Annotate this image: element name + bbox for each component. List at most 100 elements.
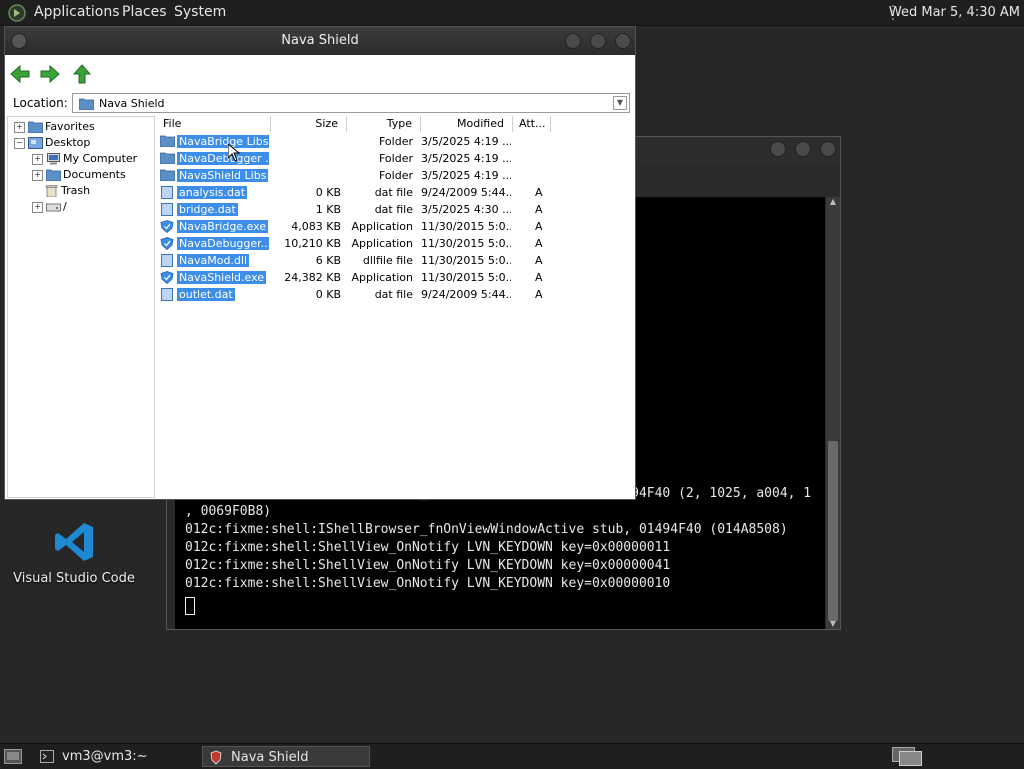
taskbar-item-terminal[interactable]: vm3@vm3:~ [34, 746, 198, 767]
file-attributes: A [535, 237, 543, 250]
chevron-down-icon[interactable]: ▼ [613, 96, 627, 110]
tree-expander[interactable]: + [32, 153, 43, 165]
file-explorer-window[interactable]: Nava Shield Location: Nava Shield ▼ + Fav… [4, 26, 636, 500]
terminal-scrollbar[interactable]: ▲ ▼ [826, 197, 840, 629]
terminal-line: 012c:fixme:shell:ShellView_OnNotify LVN_… [185, 558, 671, 573]
show-desktop-icon[interactable] [4, 749, 22, 764]
file-row[interactable]: analysis.dat 0 KB dat file 9/24/2009 5:44..… [157, 184, 635, 201]
file-row[interactable]: NavaDebugger.... 10,210 KB Application 11/3… [157, 235, 635, 252]
tree-item-desktop[interactable]: − Desktop [14, 135, 90, 151]
scroll-up-icon[interactable]: ▲ [826, 197, 840, 207]
file-type: Folder [379, 169, 413, 182]
taskbar-nava-shield-label: Nava Shield [231, 750, 309, 765]
file-row[interactable]: NavaShield Libs Folder 3/5/2025 4:19 ... [157, 167, 635, 184]
column-header-file[interactable]: File [157, 116, 271, 132]
close-button[interactable] [615, 33, 631, 49]
file-modified: 11/30/2015 5:0... [421, 254, 511, 267]
file-type: Folder [379, 152, 413, 165]
file-name: NavaDebugger.... [177, 235, 269, 252]
location-value: Nava Shield [99, 97, 165, 110]
applications-menu[interactable]: Applications [34, 0, 120, 25]
taskbar-item-nava-shield[interactable]: Nava Shield [202, 746, 370, 767]
file-modified: 3/5/2025 4:19 ... [421, 152, 511, 165]
file-size: 24,382 KB [284, 271, 341, 284]
distro-logo-icon[interactable] [8, 4, 26, 22]
file-name: outlet.dat [177, 288, 235, 301]
column-header-type[interactable]: Type [347, 116, 421, 132]
column-header-attributes[interactable]: Att... [513, 116, 551, 132]
file-icon [160, 288, 174, 301]
tree-item-[interactable]: + / [32, 199, 67, 215]
file-attributes: A [535, 203, 543, 216]
terminal-line: 012c:fixme:shell:IShellBrowser_fnOnViewW… [185, 522, 788, 537]
minimize-button[interactable] [770, 141, 787, 157]
scroll-down-icon[interactable]: ▼ [826, 619, 840, 629]
tree-expander[interactable]: + [32, 201, 43, 213]
file-row[interactable]: NavaBridge.exe 4,083 KB Application 11/30/2… [157, 218, 635, 235]
maximize-button[interactable] [589, 33, 606, 49]
file-list[interactable]: File Size Type Modified Att... NavaBridg… [157, 116, 635, 498]
workspace-switcher-icon[interactable] [892, 747, 922, 766]
computer-icon [46, 153, 60, 165]
tree-item-label: Favorites [45, 120, 95, 133]
tree-expander[interactable]: − [14, 137, 25, 149]
tree-item-my-computer[interactable]: + My Computer [32, 151, 137, 167]
file-size: 4,083 KB [291, 220, 341, 233]
folder-tree[interactable]: + Favorites − Desktop + My Computer + Documents… [7, 116, 155, 498]
file-type: dat file [374, 288, 413, 301]
forward-arrow-icon[interactable] [39, 63, 61, 85]
file-attributes: A [535, 271, 543, 284]
vscode-desktop-icon[interactable]: Visual Studio Code [12, 520, 136, 586]
file-type: Application [351, 220, 413, 233]
top-panel: Applications Places System Wed Mar 5, 4:… [0, 0, 1024, 26]
terminal-line: 012c:fixme:shell:ShellView_OnNotify LVN_… [185, 576, 671, 591]
folder-icon [159, 169, 176, 182]
explorer-titlebar[interactable]: Nava Shield [5, 27, 635, 55]
file-size: 6 KB [315, 254, 341, 267]
file-row[interactable]: NavaShield.exe 24,382 KB Application 11/30/… [157, 269, 635, 286]
bottom-taskbar: vm3@vm3:~ Nava Shield [0, 743, 1024, 769]
scroll-thumb[interactable] [828, 441, 838, 621]
tree-expander[interactable]: + [32, 169, 43, 181]
tree-item-favorites[interactable]: + Favorites [14, 119, 95, 135]
desktop-icon [28, 137, 43, 149]
folder-icon [27, 121, 44, 134]
file-icon [160, 254, 174, 267]
tree-item-label: Documents [63, 168, 126, 181]
tree-item-trash[interactable]: Trash [32, 183, 90, 199]
vscode-icon [55, 523, 93, 561]
tree-item-documents[interactable]: + Documents [32, 167, 126, 183]
file-row[interactable]: NavaMod.dll 6 KB dllfile file 11/30/2015 5:… [157, 252, 635, 269]
file-modified: 9/24/2009 5:44... [421, 186, 511, 199]
file-name: NavaShield Libs [177, 169, 269, 182]
terminal-line: 012c:fixme:shell:ShellView_OnNotify LVN_… [185, 540, 671, 555]
file-size: 10,210 KB [284, 237, 341, 250]
maximize-button[interactable] [795, 141, 812, 157]
folder-icon [159, 135, 176, 148]
file-modified: 9/24/2009 5:44... [421, 288, 511, 301]
minimize-button[interactable] [564, 33, 581, 49]
back-arrow-icon[interactable] [9, 63, 31, 85]
places-menu[interactable]: Places [122, 0, 167, 25]
file-size: 0 KB [315, 288, 341, 301]
location-combobox[interactable]: Nava Shield ▼ [72, 93, 630, 113]
file-name: NavaBridge.exe [177, 220, 269, 233]
file-row[interactable]: outlet.dat 0 KB dat file 9/24/2009 5:44... A [157, 286, 635, 303]
system-menu[interactable]: System [174, 0, 226, 25]
file-name: NavaShield.exe [177, 271, 267, 284]
file-type: dat file [374, 186, 413, 199]
file-icon [160, 203, 174, 216]
window-menu-icon[interactable] [11, 33, 27, 49]
terminal-icon [40, 750, 54, 763]
file-row[interactable]: bridge.dat 1 KB dat file 3/5/2025 4:30 ... A [157, 201, 635, 218]
clock[interactable]: Wed Mar 5, 4:30 AM [889, 0, 1020, 25]
column-header-modified[interactable]: Modified [421, 116, 513, 132]
location-bar: Location: Nava Shield ▼ [5, 91, 635, 115]
trash-icon [44, 185, 58, 198]
tree-expander[interactable]: + [14, 121, 25, 133]
close-button[interactable] [820, 141, 836, 157]
file-size: 1 KB [315, 203, 341, 216]
column-header-size[interactable]: Size [271, 116, 347, 132]
up-arrow-icon[interactable] [71, 63, 93, 85]
